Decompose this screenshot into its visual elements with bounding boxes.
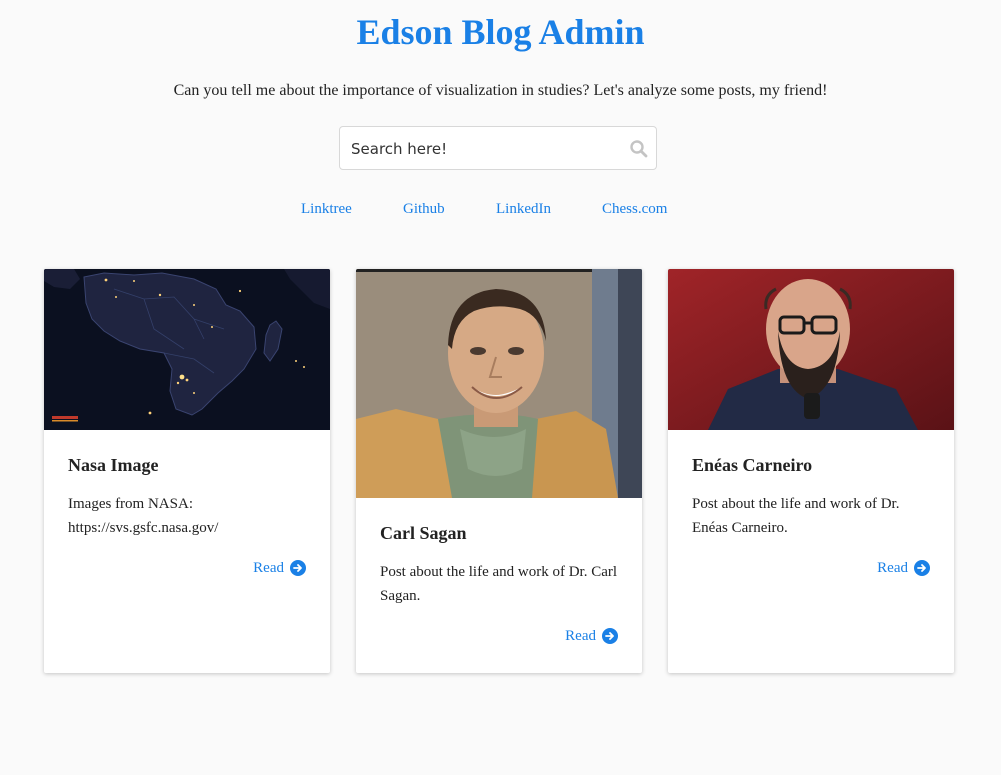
link-github[interactable]: Github xyxy=(403,198,445,220)
post-card-eneas-carneiro[interactable]: Enéas Carneiro Post about the life and w… xyxy=(668,269,954,673)
link-chess[interactable]: Chess.com xyxy=(602,198,667,220)
read-label: Read xyxy=(565,627,596,644)
search-icon[interactable] xyxy=(629,139,649,159)
arrow-right-circle-icon xyxy=(914,560,930,576)
post-description: Images from NASA: https://svs.gsfc.nasa.… xyxy=(68,496,219,536)
post-image xyxy=(668,269,954,430)
post-description: Post about the life and work of Dr. Carl… xyxy=(380,564,618,604)
read-button[interactable]: Read xyxy=(253,557,306,579)
social-links: Linktree Github LinkedIn Chess.com xyxy=(0,198,1001,220)
link-linkedin[interactable]: LinkedIn xyxy=(496,198,551,220)
post-title: Enéas Carneiro xyxy=(692,455,813,475)
arrow-right-circle-icon xyxy=(290,560,306,576)
link-linktree[interactable]: Linktree xyxy=(301,198,352,220)
post-image xyxy=(356,269,642,498)
read-button[interactable]: Read xyxy=(565,625,618,647)
page-title: Edson Blog Admin xyxy=(356,12,645,52)
post-description: Post about the life and work of Dr. Enéa… xyxy=(692,496,900,536)
search-box[interactable] xyxy=(339,126,657,170)
search-input[interactable] xyxy=(351,136,621,162)
post-title: Nasa Image xyxy=(68,455,159,475)
post-card-nasa[interactable]: Nasa Image Images from NASA: https://svs… xyxy=(44,269,330,673)
read-button[interactable]: Read xyxy=(877,557,930,579)
read-label: Read xyxy=(877,559,908,576)
arrow-right-circle-icon xyxy=(602,628,618,644)
post-title: Carl Sagan xyxy=(380,523,467,543)
post-card-carl-sagan[interactable]: Carl Sagan Post about the life and work … xyxy=(356,269,642,673)
read-label: Read xyxy=(253,559,284,576)
page-subtitle: Can you tell me about the importance of … xyxy=(173,82,828,99)
post-image xyxy=(44,269,330,430)
